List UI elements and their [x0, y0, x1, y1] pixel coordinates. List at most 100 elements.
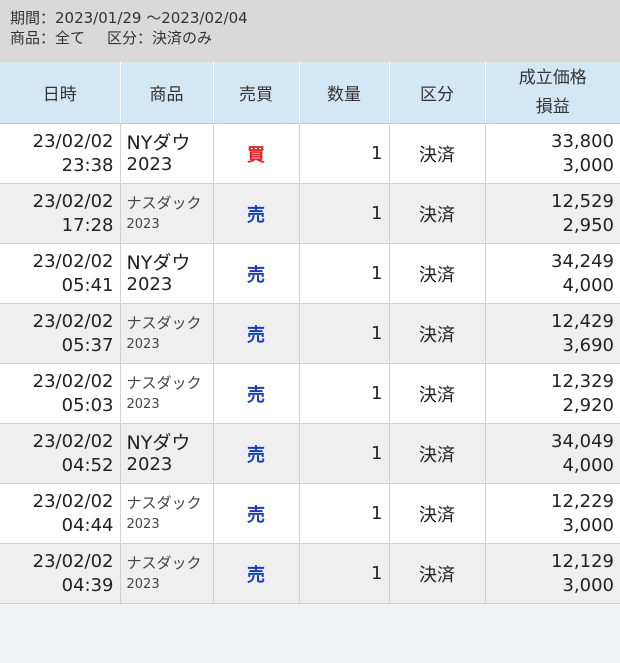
trade-price: 12,329	[551, 370, 614, 392]
cell-type: 決済	[389, 543, 486, 604]
header-side[interactable]: 売買	[213, 62, 300, 124]
cell-type: 決済	[389, 243, 486, 304]
filter-product-category: 商品：全て 区分：決済のみ	[10, 28, 610, 48]
product-year: 2023	[126, 153, 173, 175]
table-row[interactable]: 23/02/02 04:39 ナスダック 2023 売 1 決済 12,129 3,000	[0, 543, 620, 604]
product-name: NYダウ	[126, 431, 191, 454]
table-row[interactable]: 23/02/02 04:52 NYダウ 2023 売 1 決済 34,049 4,000	[0, 423, 620, 484]
trade-price: 12,429	[551, 310, 614, 332]
cell-product: ナスダック 2023	[120, 183, 214, 244]
trade-profit: 2,950	[562, 214, 614, 236]
trade-profit: 4,000	[562, 274, 614, 296]
cell-quantity: 1	[299, 183, 390, 244]
header-quantity[interactable]: 数量	[299, 62, 390, 124]
product-name: NYダウ	[126, 131, 191, 154]
table-row[interactable]: 23/02/02 05:03 ナスダック 2023 売 1 決済 12,329 2,920	[0, 363, 620, 424]
trade-date: 23/02/02	[32, 310, 114, 332]
table-row[interactable]: 23/02/02 17:28 ナスダック 2023 売 1 決済 12,529 2,950	[0, 183, 620, 244]
cell-type: 決済	[389, 483, 486, 544]
trade-rows: 23/02/02 23:38 NYダウ 2023 買 1 決済 33,800 3,000 23/0…	[0, 123, 620, 604]
table-row[interactable]: 23/02/02 05:41 NYダウ 2023 売 1 決済 34,249 4,000	[0, 243, 620, 304]
header-datetime[interactable]: 日時	[0, 62, 121, 124]
trade-time: 04:44	[61, 514, 114, 536]
cell-price-profit: 12,229 3,000	[485, 483, 620, 544]
trade-time: 05:41	[61, 274, 114, 296]
cell-quantity: 1	[299, 543, 390, 604]
cell-product: ナスダック 2023	[120, 363, 214, 424]
cell-datetime: 23/02/02 04:44	[0, 483, 121, 544]
cell-datetime: 23/02/02 04:39	[0, 543, 121, 604]
cell-side: 売	[213, 483, 300, 544]
filter-category: 区分：決済のみ	[107, 29, 213, 47]
trade-price: 12,129	[551, 550, 614, 572]
header-price: 成立価格	[518, 67, 587, 88]
trade-profit: 2,920	[562, 394, 614, 416]
cell-quantity: 1	[299, 243, 390, 304]
product-year: 2023	[126, 216, 160, 232]
cell-product: NYダウ 2023	[120, 243, 214, 304]
cell-type: 決済	[389, 303, 486, 364]
trade-profit: 4,000	[562, 454, 614, 476]
product-name: ナスダック	[126, 193, 202, 212]
cell-price-profit: 12,329 2,920	[485, 363, 620, 424]
table-row[interactable]: 23/02/02 23:38 NYダウ 2023 買 1 決済 33,800 3,000	[0, 123, 620, 184]
trade-profit: 3,000	[562, 514, 614, 536]
table-row[interactable]: 23/02/02 04:44 ナスダック 2023 売 1 決済 12,229 3,000	[0, 483, 620, 544]
cell-price-profit: 12,529 2,950	[485, 183, 620, 244]
header-profit: 損益	[535, 96, 570, 117]
trade-time: 05:37	[61, 334, 114, 356]
cell-side: 売	[213, 423, 300, 484]
header-price-profit[interactable]: 成立価格 損益	[485, 62, 620, 124]
cell-type: 決済	[389, 423, 486, 484]
cell-datetime: 23/02/02 05:41	[0, 243, 121, 304]
cell-price-profit: 12,429 3,690	[485, 303, 620, 364]
cell-type: 決済	[389, 183, 486, 244]
cell-datetime: 23/02/02 17:28	[0, 183, 121, 244]
header-type[interactable]: 区分	[389, 62, 486, 124]
cell-side: 売	[213, 363, 300, 424]
cell-price-profit: 34,249 4,000	[485, 243, 620, 304]
cell-type: 決済	[389, 363, 486, 424]
trade-date: 23/02/02	[32, 430, 114, 452]
cell-price-profit: 12,129 3,000	[485, 543, 620, 604]
cell-side: 売	[213, 543, 300, 604]
product-name: ナスダック	[126, 493, 202, 512]
product-name: ナスダック	[126, 313, 202, 332]
trade-time: 04:52	[61, 454, 114, 476]
table-row[interactable]: 23/02/02 05:37 ナスダック 2023 売 1 決済 12,429 3,690	[0, 303, 620, 364]
cell-datetime: 23/02/02 23:38	[0, 123, 121, 184]
cell-quantity: 1	[299, 483, 390, 544]
product-year: 2023	[126, 273, 173, 295]
cell-datetime: 23/02/02 05:37	[0, 303, 121, 364]
cell-product: ナスダック 2023	[120, 303, 214, 364]
header-product[interactable]: 商品	[120, 62, 214, 124]
trade-price: 33,800	[551, 130, 614, 152]
product-year: 2023	[126, 576, 160, 592]
trade-price: 34,049	[551, 430, 614, 452]
trade-time: 23:38	[61, 154, 114, 176]
product-year: 2023	[126, 336, 160, 352]
cell-side: 売	[213, 303, 300, 364]
trade-time: 17:28	[61, 214, 114, 236]
trade-price: 12,229	[551, 490, 614, 512]
trade-time: 04:39	[61, 574, 114, 596]
cell-quantity: 1	[299, 363, 390, 424]
trade-profit: 3,000	[562, 574, 614, 596]
trade-price: 12,529	[551, 190, 614, 212]
trade-price: 34,249	[551, 250, 614, 272]
trade-profit: 3,000	[562, 154, 614, 176]
product-year: 2023	[126, 453, 173, 475]
cell-side: 売	[213, 183, 300, 244]
trade-date: 23/02/02	[32, 130, 114, 152]
product-name: ナスダック	[126, 373, 202, 392]
product-year: 2023	[126, 516, 160, 532]
trade-profit: 3,690	[562, 334, 614, 356]
product-name: NYダウ	[126, 251, 191, 274]
cell-price-profit: 33,800 3,000	[485, 123, 620, 184]
trade-date: 23/02/02	[32, 490, 114, 512]
trade-date: 23/02/02	[32, 370, 114, 392]
cell-quantity: 1	[299, 303, 390, 364]
product-year: 2023	[126, 396, 160, 412]
cell-type: 決済	[389, 123, 486, 184]
filter-period: 期間：2023/01/29 〜2023/02/04	[10, 9, 248, 27]
